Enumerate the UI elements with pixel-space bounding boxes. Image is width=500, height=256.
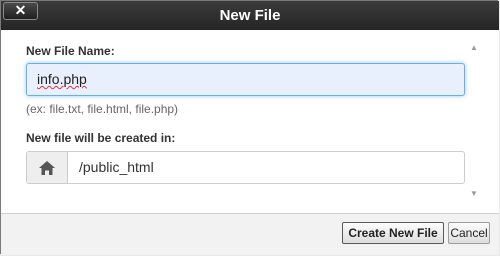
home-icon	[39, 161, 55, 175]
location-label: New file will be created in:	[26, 131, 176, 145]
dialog-footer: Create New File Cancel	[1, 213, 499, 255]
new-file-dialog: New File ✕ New File Name: info.php (ex: …	[0, 0, 499, 255]
file-name-label: New File Name:	[26, 44, 115, 58]
location-path: /public_html	[79, 159, 154, 175]
file-name-input[interactable]: info.php	[26, 63, 465, 96]
close-icon: ✕	[14, 2, 27, 18]
location-addon	[27, 152, 68, 183]
scroll-up-arrow-icon[interactable]: ▲	[468, 42, 480, 54]
scrollbar[interactable]: ▲ ▼	[468, 42, 480, 200]
close-button[interactable]: ✕	[3, 2, 38, 20]
location-field[interactable]: /public_html	[26, 151, 465, 184]
dialog-titlebar: New File ✕	[1, 1, 499, 30]
scroll-down-arrow-icon[interactable]: ▼	[468, 188, 480, 200]
cancel-button[interactable]: Cancel	[448, 222, 490, 244]
dialog-content: New File Name: info.php (ex: file.txt, f…	[1, 30, 499, 213]
create-new-file-button[interactable]: Create New File	[342, 222, 444, 244]
dialog-title: New File	[219, 7, 281, 24]
file-name-hint: (ex: file.txt, file.html, file.php)	[26, 102, 179, 116]
file-name-value: info.php	[37, 71, 87, 87]
